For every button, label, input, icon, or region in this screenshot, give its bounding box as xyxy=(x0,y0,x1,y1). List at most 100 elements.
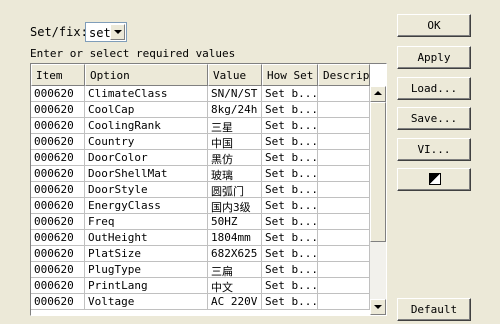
cell-value[interactable]: 中文 xyxy=(208,278,262,294)
cell-how-set[interactable]: Set b... xyxy=(262,134,318,150)
cell-description[interactable] xyxy=(318,134,370,150)
table-row[interactable]: 000620 CoolingRank 三星 Set b... xyxy=(31,118,370,134)
cell-value[interactable]: 黑仿 xyxy=(208,150,262,166)
cell-description[interactable] xyxy=(318,166,370,182)
cell-value[interactable]: 国内3级 xyxy=(208,198,262,214)
cell-value[interactable]: SN/N/ST xyxy=(208,86,262,102)
cell-item[interactable]: 000620 xyxy=(31,150,85,166)
cell-item[interactable]: 000620 xyxy=(31,166,85,182)
vertical-scrollbar[interactable] xyxy=(370,86,386,315)
setfix-dropdown[interactable]: set xyxy=(85,22,127,42)
cell-item[interactable]: 000620 xyxy=(31,134,85,150)
load-button[interactable]: Load... xyxy=(397,77,471,100)
table-row[interactable]: 000620 DoorStyle 圆弧门 Set b... xyxy=(31,182,370,198)
cell-value[interactable]: AC 220V xyxy=(208,294,262,310)
cell-value[interactable]: 圆弧门 xyxy=(208,182,262,198)
cell-value[interactable]: 50HZ xyxy=(208,214,262,230)
cell-option[interactable]: PlatSize xyxy=(85,246,208,262)
cell-how-set[interactable]: Set b... xyxy=(262,198,318,214)
cell-value[interactable]: 8kg/24h xyxy=(208,102,262,118)
vi-button[interactable]: VI... xyxy=(397,138,471,161)
cell-option[interactable]: DoorShellMat xyxy=(85,166,208,182)
table-row[interactable]: 000620 ClimateClass SN/N/ST Set b... xyxy=(31,86,370,102)
cell-value[interactable]: 三扁 xyxy=(208,262,262,278)
cell-option[interactable]: Voltage xyxy=(85,294,208,310)
cell-item[interactable]: 000620 xyxy=(31,182,85,198)
cell-option[interactable]: PlugType xyxy=(85,262,208,278)
cell-value[interactable]: 玻璃 xyxy=(208,166,262,182)
default-button[interactable]: Default xyxy=(397,298,471,321)
cell-how-set[interactable]: Set b... xyxy=(262,150,318,166)
cell-option[interactable]: EnergyClass xyxy=(85,198,208,214)
cell-item[interactable]: 000620 xyxy=(31,294,85,310)
column-header-option[interactable]: Option xyxy=(85,64,208,86)
table-row[interactable]: 000620 PlatSize 682X625 Set b... xyxy=(31,246,370,262)
cell-option[interactable]: Country xyxy=(85,134,208,150)
table-row[interactable]: 000620 DoorShellMat 玻璃 Set b... xyxy=(31,166,370,182)
table-row[interactable]: 000620 OutHeight 1804mm Set b... xyxy=(31,230,370,246)
cell-description[interactable] xyxy=(318,182,370,198)
cell-how-set[interactable]: Set b... xyxy=(262,214,318,230)
cell-description[interactable] xyxy=(318,214,370,230)
cell-how-set[interactable]: Set b... xyxy=(262,246,318,262)
cell-option[interactable]: DoorColor xyxy=(85,150,208,166)
column-header-value[interactable]: Value xyxy=(208,64,262,86)
cell-description[interactable] xyxy=(318,230,370,246)
cell-value[interactable]: 1804mm xyxy=(208,230,262,246)
cell-item[interactable]: 000620 xyxy=(31,86,85,102)
cell-how-set[interactable]: Set b... xyxy=(262,278,318,294)
cell-description[interactable] xyxy=(318,294,370,310)
cell-how-set[interactable]: Set b... xyxy=(262,230,318,246)
column-header-description[interactable]: Descript xyxy=(318,64,370,86)
cell-item[interactable]: 000620 xyxy=(31,230,85,246)
cell-value[interactable]: 682X625 xyxy=(208,246,262,262)
cell-item[interactable]: 000620 xyxy=(31,214,85,230)
column-header-item[interactable]: Item xyxy=(31,64,85,86)
cell-how-set[interactable]: Set b... xyxy=(262,86,318,102)
cell-description[interactable] xyxy=(318,278,370,294)
cell-item[interactable]: 000620 xyxy=(31,278,85,294)
chevron-down-icon[interactable] xyxy=(110,24,125,40)
cell-description[interactable] xyxy=(318,262,370,278)
table-row[interactable]: 000620 Voltage AC 220V Set b... xyxy=(31,294,370,310)
cell-option[interactable]: Freq xyxy=(85,214,208,230)
cell-option[interactable]: OutHeight xyxy=(85,230,208,246)
color-button[interactable] xyxy=(397,168,471,191)
cell-option[interactable]: CoolCap xyxy=(85,102,208,118)
cell-how-set[interactable]: Set b... xyxy=(262,182,318,198)
cell-description[interactable] xyxy=(318,118,370,134)
cell-description[interactable] xyxy=(318,246,370,262)
cell-description[interactable] xyxy=(318,86,370,102)
cell-value[interactable]: 中国 xyxy=(208,134,262,150)
cell-how-set[interactable]: Set b... xyxy=(262,166,318,182)
table-row[interactable]: 000620 DoorColor 黑仿 Set b... xyxy=(31,150,370,166)
cell-item[interactable]: 000620 xyxy=(31,118,85,134)
table-row[interactable]: 000620 CoolCap 8kg/24h Set b... xyxy=(31,102,370,118)
cell-option[interactable]: DoorStyle xyxy=(85,182,208,198)
cell-item[interactable]: 000620 xyxy=(31,102,85,118)
cell-description[interactable] xyxy=(318,150,370,166)
cell-option[interactable]: PrintLang xyxy=(85,278,208,294)
cell-value[interactable]: 三星 xyxy=(208,118,262,134)
cell-description[interactable] xyxy=(318,102,370,118)
column-header-how-set[interactable]: How Set xyxy=(262,64,318,86)
scroll-up-arrow-icon[interactable] xyxy=(370,86,386,102)
scrollbar-thumb[interactable] xyxy=(370,102,386,242)
cell-item[interactable]: 000620 xyxy=(31,262,85,278)
cell-item[interactable]: 000620 xyxy=(31,198,85,214)
apply-button[interactable]: Apply xyxy=(397,46,471,69)
table-row[interactable]: 000620 PlugType 三扁 Set b... xyxy=(31,262,370,278)
cell-how-set[interactable]: Set b... xyxy=(262,262,318,278)
ok-button[interactable]: OK xyxy=(397,14,471,37)
cell-how-set[interactable]: Set b... xyxy=(262,102,318,118)
cell-option[interactable]: CoolingRank xyxy=(85,118,208,134)
cell-how-set[interactable]: Set b... xyxy=(262,294,318,310)
cell-description[interactable] xyxy=(318,198,370,214)
table-row[interactable]: 000620 PrintLang 中文 Set b... xyxy=(31,278,370,294)
table-row[interactable]: 000620 Country 中国 Set b... xyxy=(31,134,370,150)
table-row[interactable]: 000620 EnergyClass 国内3级 Set b... xyxy=(31,198,370,214)
scroll-down-arrow-icon[interactable] xyxy=(370,299,386,315)
save-button[interactable]: Save... xyxy=(397,107,471,130)
cell-how-set[interactable]: Set b... xyxy=(262,118,318,134)
table-row[interactable]: 000620 Freq 50HZ Set b... xyxy=(31,214,370,230)
